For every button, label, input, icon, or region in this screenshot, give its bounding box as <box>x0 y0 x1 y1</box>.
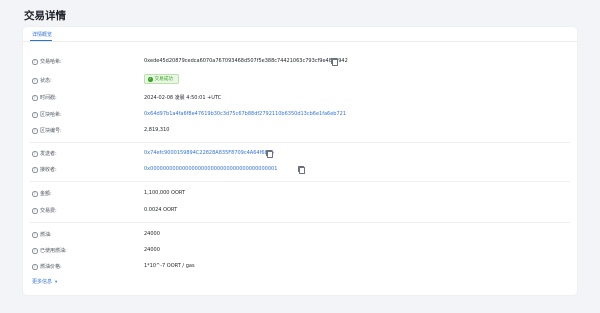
row-status: ? 状态: ✓ 交易成功 <box>23 74 577 87</box>
block-hash-label: 区块哈希: <box>40 112 62 118</box>
chevron-down-icon: ▾ <box>55 280 58 285</box>
help-icon[interactable]: ? <box>32 191 38 197</box>
help-icon[interactable]: ? <box>32 78 38 84</box>
row-fee: ? 交易费: 0.0024 OORT <box>23 207 577 217</box>
transaction-details-card: 详情概览 ? 交易哈希: 0xede45d20879cedca6070a7670… <box>23 27 577 295</box>
row-amount: ? 金额: 1,100,000 OORT <box>23 190 577 200</box>
tab-bar: 详情概览 <box>23 27 577 42</box>
help-icon[interactable]: ? <box>32 59 38 65</box>
block-number-value: 2,819,310 <box>144 127 170 133</box>
timestamp-label: 时间戳: <box>40 95 57 101</box>
block-number-label: 区块编号: <box>40 128 62 134</box>
row-gas-used: ? 已使用燃油: 24000 <box>23 247 577 257</box>
divider <box>30 142 570 143</box>
help-icon[interactable]: ? <box>32 95 38 101</box>
active-tab-indicator <box>30 40 52 41</box>
help-icon[interactable]: ? <box>32 232 38 238</box>
copy-icon[interactable] <box>266 150 273 158</box>
status-text: 交易成功 <box>154 77 173 82</box>
tx-hash-label: 交易哈希: <box>40 59 62 65</box>
timestamp-value: 2024-02-08 凌晨 4:50:01 +UTC <box>144 95 222 101</box>
gas-limit-value: 24000 <box>144 231 160 237</box>
amount-label: 金额: <box>40 191 52 197</box>
gas-price-label: 燃油价格: <box>40 264 62 270</box>
row-block-number: ? 区块编号: 2,819,310 <box>23 127 577 137</box>
gas-limit-label: 燃油: <box>40 232 52 238</box>
to-address-link[interactable]: 0x00000000000000000000000000000000000000… <box>144 166 277 172</box>
help-icon[interactable]: ? <box>32 264 38 270</box>
help-icon[interactable]: ? <box>32 151 38 157</box>
gas-used-label: 已使用燃油: <box>40 248 67 254</box>
help-icon[interactable]: ? <box>32 167 38 173</box>
row-to: ? 接收者: 0x0000000000000000000000000000000… <box>23 166 577 176</box>
page-title: 交易详情 <box>24 10 66 22</box>
row-gas-limit: ? 燃油: 24000 <box>23 231 577 241</box>
row-from: ? 发送者: 0x74efc9000159894C22828A835F8709c… <box>23 150 577 160</box>
more-info-label: 更多信息 <box>32 279 53 285</box>
block-hash-link[interactable]: 0x64d97b1a4fa6f8e47619b30c3d75c67b88df27… <box>144 111 346 117</box>
tab-overview[interactable]: 详情概览 <box>32 31 52 38</box>
status-badge: ✓ 交易成功 <box>144 74 179 84</box>
copy-icon[interactable] <box>331 58 338 66</box>
row-tx-hash: ? 交易哈希: 0xede45d20879cedca6070a767093468… <box>23 58 577 68</box>
divider <box>30 222 570 223</box>
gas-used-value: 24000 <box>144 247 160 253</box>
help-icon[interactable]: ? <box>32 248 38 254</box>
more-info-toggle[interactable]: 更多信息 ▾ <box>32 278 57 285</box>
copy-icon[interactable] <box>298 166 305 174</box>
fee-label: 交易费: <box>40 208 57 214</box>
tx-hash-value: 0xede45d20879cedca6070a767093468d507f5e3… <box>144 58 348 64</box>
help-icon[interactable]: ? <box>32 208 38 214</box>
gas-price-value: 1*10^-7 OORT / gas <box>144 263 195 269</box>
check-circle-icon: ✓ <box>148 77 153 82</box>
divider <box>30 181 570 182</box>
from-label: 发送者: <box>40 151 57 157</box>
to-label: 接收者: <box>40 167 57 173</box>
row-block-hash: ? 区块哈希: 0x64d97b1a4fa6f8e47619b30c3d75c6… <box>23 111 577 121</box>
status-label: 状态: <box>40 78 52 84</box>
amount-value: 1,100,000 OORT <box>144 190 186 196</box>
row-timestamp: ? 时间戳: 2024-02-08 凌晨 4:50:01 +UTC <box>23 94 577 104</box>
from-address-link[interactable]: 0x74efc9000159894C22828A835F8709c4A64f6b… <box>144 150 274 156</box>
help-icon[interactable]: ? <box>32 112 38 118</box>
help-icon[interactable]: ? <box>32 128 38 134</box>
row-gas-price: ? 燃油价格: 1*10^-7 OORT / gas <box>23 263 577 273</box>
fee-value: 0.0024 OORT <box>144 207 178 213</box>
